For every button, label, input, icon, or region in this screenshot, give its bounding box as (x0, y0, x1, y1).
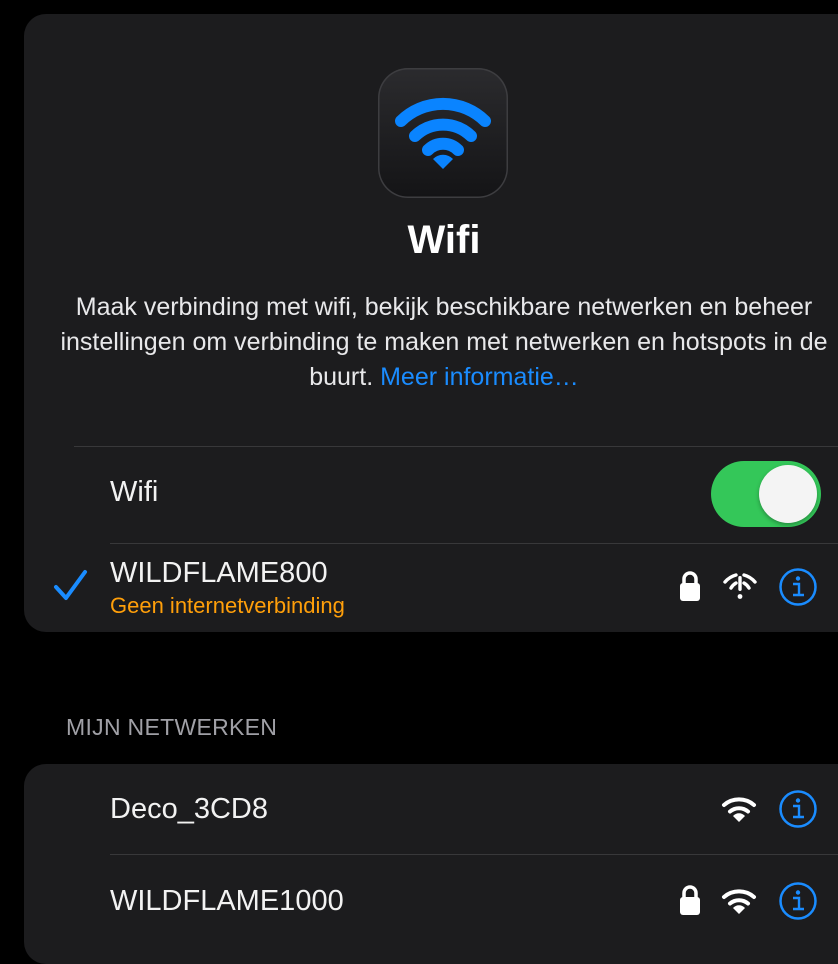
wifi-description: Maak verbinding met wifi, bekijk beschik… (60, 290, 828, 395)
checkmark-icon (54, 570, 87, 600)
wifi-app-icon (378, 68, 508, 198)
more-info-link[interactable]: Meer informatie… (380, 363, 579, 391)
wifi-toggle-label: Wifi (110, 476, 159, 508)
info-button[interactable] (778, 567, 818, 607)
divider (110, 854, 838, 855)
wifi-icon (722, 889, 756, 914)
wifi-toggle[interactable] (711, 461, 821, 527)
info-button[interactable] (778, 881, 818, 921)
page-title: Wifi (407, 218, 481, 262)
connection-status: Geen internetverbinding (110, 593, 345, 618)
lock-icon (680, 885, 700, 915)
info-button[interactable] (778, 789, 818, 829)
divider (110, 543, 838, 544)
connected-network-name: WILDFLAME800 (110, 557, 328, 589)
wifi-icon (722, 797, 756, 822)
wifi-icon (395, 97, 491, 169)
lock-icon (680, 571, 700, 601)
wifi-no-internet-icon (723, 573, 757, 599)
network-name: Deco_3CD8 (110, 793, 268, 825)
toggle-knob (759, 465, 817, 523)
my-networks-header: MIJN NETWERKEN (66, 714, 278, 740)
divider (74, 446, 838, 447)
network-name: WILDFLAME1000 (110, 885, 344, 917)
